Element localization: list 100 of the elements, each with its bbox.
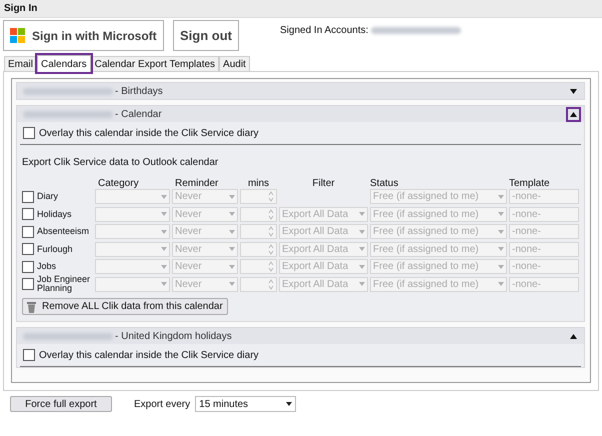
mins-spinner[interactable]: [240, 276, 277, 292]
spinner-arrows-icon: [268, 208, 274, 220]
category-dropdown[interactable]: [95, 189, 170, 204]
category-dropdown[interactable]: [95, 259, 170, 274]
caret-icon: [498, 247, 504, 252]
reminder-dropdown[interactable]: Never: [172, 189, 238, 204]
caret-icon: [498, 194, 504, 199]
status-dropdown[interactable]: Free (if assigned to me): [370, 242, 507, 257]
category-dropdown[interactable]: [95, 224, 170, 240]
reminder-dropdown[interactable]: Never: [172, 259, 238, 274]
spinner-arrows-icon: [268, 261, 274, 272]
template-field[interactable]: -none-: [509, 276, 579, 292]
tab[interactable]: Calendar Export Templates: [90, 56, 220, 71]
column-header: Category: [97, 177, 140, 188]
template-field[interactable]: -none-: [509, 259, 579, 274]
caret-icon: [359, 282, 365, 286]
tab[interactable]: Calendars: [37, 55, 91, 72]
caret-icon: [229, 264, 235, 269]
spinner-arrows-icon: [268, 278, 274, 290]
reminder-dropdown[interactable]: Never: [172, 276, 238, 292]
category-dropdown[interactable]: [95, 276, 170, 292]
tab[interactable]: Email: [4, 56, 38, 71]
row-label: Jobs: [37, 262, 56, 272]
row-label: Diary: [37, 192, 58, 202]
column-header: Reminder: [174, 177, 220, 188]
filter-dropdown[interactable]: Export All Data: [279, 242, 368, 257]
row-label: Absenteeism: [37, 227, 90, 236]
filter-dropdown[interactable]: Export All Data: [279, 276, 368, 292]
caret-icon: [229, 230, 235, 234]
caret-icon: [229, 194, 235, 199]
caret-icon: [359, 247, 365, 252]
checkbox[interactable]: [22, 243, 34, 256]
mins-spinner[interactable]: [240, 259, 277, 274]
mins-spinner[interactable]: [240, 242, 277, 257]
row-label: Holidays: [37, 210, 72, 219]
status-dropdown[interactable]: Free (if assigned to me): [370, 259, 507, 274]
caret-icon: [498, 230, 504, 234]
template-field[interactable]: -none-: [509, 189, 579, 204]
triangle-up-icon: [570, 112, 577, 116]
signed-in-label: Signed In Accounts:: [280, 24, 368, 38]
export-every-label: Export every: [134, 398, 190, 412]
mins-spinner[interactable]: [240, 206, 277, 222]
template-field[interactable]: -none-: [509, 224, 579, 240]
triangle-down-icon: [570, 88, 577, 94]
caret-icon: [161, 212, 167, 216]
column-header: Filter: [311, 177, 336, 188]
caret-icon: [286, 402, 292, 406]
interval-dropdown[interactable]: 15 minutes: [195, 396, 296, 412]
caret-icon: [161, 282, 167, 286]
sign-in-button[interactable]: Sign in with Microsoft: [3, 20, 164, 51]
category-dropdown[interactable]: [95, 242, 170, 257]
tab[interactable]: Audit: [219, 56, 250, 71]
checkbox[interactable]: [22, 208, 34, 220]
caret-icon: [161, 264, 167, 269]
status-dropdown[interactable]: Free (if assigned to me): [370, 276, 507, 292]
status-dropdown[interactable]: Free (if assigned to me): [370, 189, 507, 204]
caret-icon: [498, 212, 504, 216]
checkbox-label: Overlay this calendar inside the Clik Service diary: [39, 348, 259, 362]
caret-icon: [359, 212, 365, 216]
checkbox[interactable]: [23, 349, 35, 361]
mins-spinner[interactable]: [240, 189, 277, 204]
category-dropdown[interactable]: [95, 206, 170, 222]
checkbox[interactable]: [22, 226, 34, 238]
checkbox[interactable]: [22, 278, 34, 290]
column-header: Template: [509, 177, 551, 188]
caret-icon: [229, 247, 235, 252]
spinner-arrows-icon: [268, 191, 274, 202]
windows-logo-icon: [10, 28, 25, 43]
caret-icon: [161, 247, 167, 252]
force-export-button[interactable]: Force full export: [10, 396, 112, 412]
sign-out-button[interactable]: Sign out: [173, 20, 239, 51]
template-field[interactable]: -none-: [509, 242, 579, 257]
section-heading: Export Clik Service data to Outlook calendar: [22, 156, 220, 170]
caret-icon: [359, 230, 365, 234]
status-dropdown[interactable]: Free (if assigned to me): [370, 224, 507, 240]
reminder-dropdown[interactable]: Never: [172, 242, 238, 257]
section-title: - United Kingdom holidays: [115, 330, 232, 344]
filter-dropdown[interactable]: Export All Data: [279, 206, 368, 222]
row-label: Furlough: [37, 244, 73, 254]
remove-data-button[interactable]: Remove ALL Clik data from this calendar: [22, 298, 228, 315]
filter-dropdown[interactable]: Export All Data: [279, 259, 368, 274]
caret-icon: [359, 264, 365, 269]
reminder-dropdown[interactable]: Never: [172, 224, 238, 240]
checkbox[interactable]: [23, 127, 35, 139]
template-field[interactable]: -none-: [509, 206, 579, 222]
filter-dropdown[interactable]: Export All Data: [279, 224, 368, 240]
section-title: - Birthdays: [115, 84, 163, 98]
trash-icon: [27, 300, 36, 312]
collapse-button[interactable]: [566, 106, 581, 122]
triangle-up-icon: [570, 334, 577, 338]
column-header: mins: [246, 177, 270, 188]
spinner-arrows-icon: [268, 244, 274, 255]
checkbox-label: Overlay this calendar inside the Clik Service diary: [39, 126, 259, 140]
checkbox[interactable]: [22, 260, 34, 273]
status-dropdown[interactable]: Free (if assigned to me): [370, 206, 507, 222]
caret-icon: [161, 230, 167, 234]
mins-spinner[interactable]: [240, 224, 277, 240]
reminder-dropdown[interactable]: Never: [172, 206, 238, 222]
checkbox[interactable]: [22, 190, 34, 203]
section-title: - Calendar: [115, 108, 162, 122]
